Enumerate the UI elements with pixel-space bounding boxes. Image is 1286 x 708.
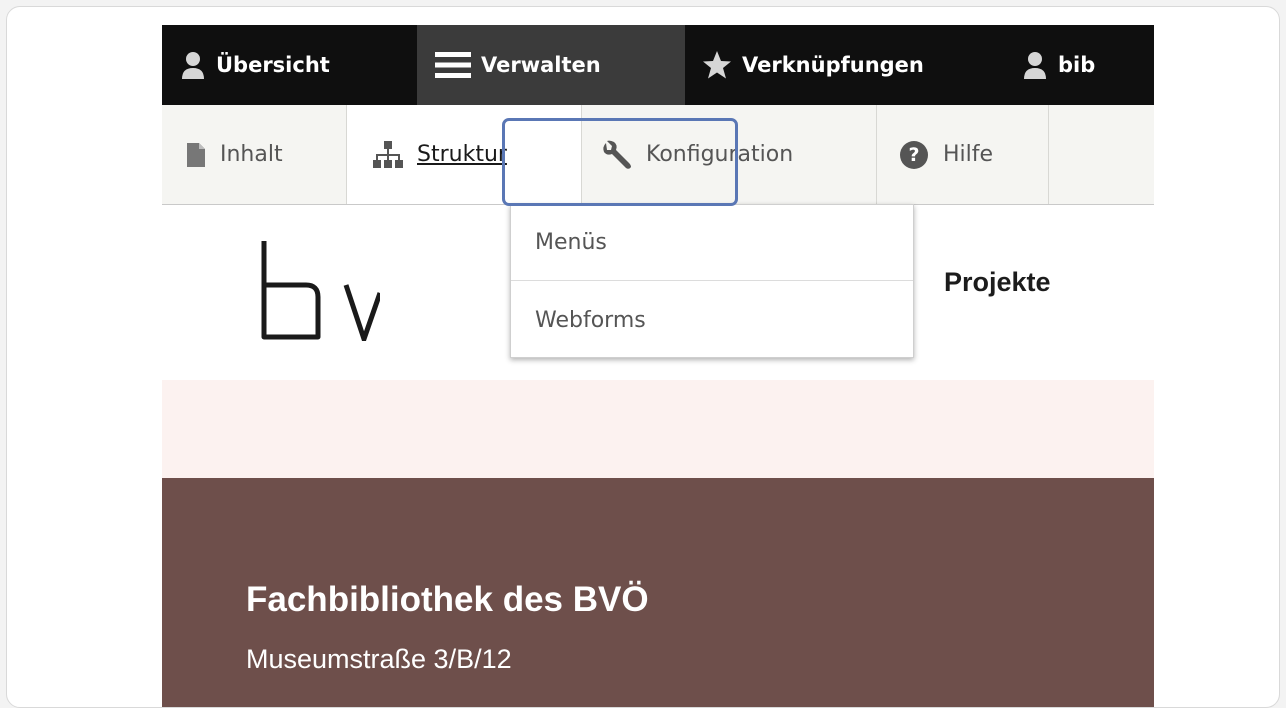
toolbar-item-label: Verknüpfungen [742, 53, 924, 77]
toolbar-item-verwalten[interactable]: Verwalten [417, 25, 685, 105]
toolbar-item-uebersicht[interactable]: Übersicht [180, 25, 330, 105]
wrench-icon [600, 139, 632, 171]
person-icon [180, 50, 206, 80]
tray-item-struktur[interactable]: Struktur [347, 105, 582, 204]
tray-item-label: Hilfe [943, 142, 994, 167]
admin-toolbar: Übersicht Verwalten Verknüpfungen bib [162, 25, 1154, 105]
footer-block: Fachbibliothek des BVÖ Museumstraße 3/B/… [162, 478, 1154, 707]
hero-band [162, 380, 1154, 478]
svg-text:?: ? [908, 144, 919, 166]
screenshot-frame: Übersicht Verwalten Verknüpfungen bib In… [6, 6, 1280, 708]
toolbar-item-label: Verwalten [481, 53, 601, 77]
toolbar-item-label: Übersicht [216, 53, 330, 77]
admin-tray: Inhalt Struktur Konfiguration ? Hilfe [162, 105, 1154, 205]
help-icon: ? [899, 140, 929, 170]
sitemap-icon [373, 140, 403, 169]
tray-item-label: Struktur [417, 142, 507, 167]
tray-item-hilfe[interactable]: ? Hilfe [877, 105, 1049, 204]
toolbar-item-user[interactable]: bib [1022, 25, 1095, 105]
library-title: Fachbibliothek des BVÖ [246, 580, 649, 619]
dropdown-item-webforms[interactable]: Webforms [511, 282, 913, 358]
tray-item-label: Konfiguration [646, 142, 794, 167]
tray-item-label: Inhalt [220, 142, 283, 167]
dropdown-item-menues[interactable]: Menüs [511, 205, 913, 281]
star-icon [702, 50, 732, 80]
tray-item-inhalt[interactable]: Inhalt [162, 105, 347, 204]
struktur-dropdown: Menüs Webforms [510, 204, 914, 358]
library-address: Museumstraße 3/B/12 [246, 644, 512, 674]
site-logo[interactable] [260, 241, 383, 347]
person-icon [1022, 50, 1048, 80]
document-icon [186, 142, 206, 168]
tray-item-konfiguration[interactable]: Konfiguration [582, 105, 877, 204]
browser-viewport: Übersicht Verwalten Verknüpfungen bib In… [162, 25, 1154, 707]
toolbar-item-label: bib [1058, 53, 1096, 77]
menu-icon [435, 50, 471, 80]
nav-item-projekte[interactable]: Projekte [944, 267, 1051, 298]
toolbar-item-verknuepfungen[interactable]: Verknüpfungen [702, 25, 924, 105]
